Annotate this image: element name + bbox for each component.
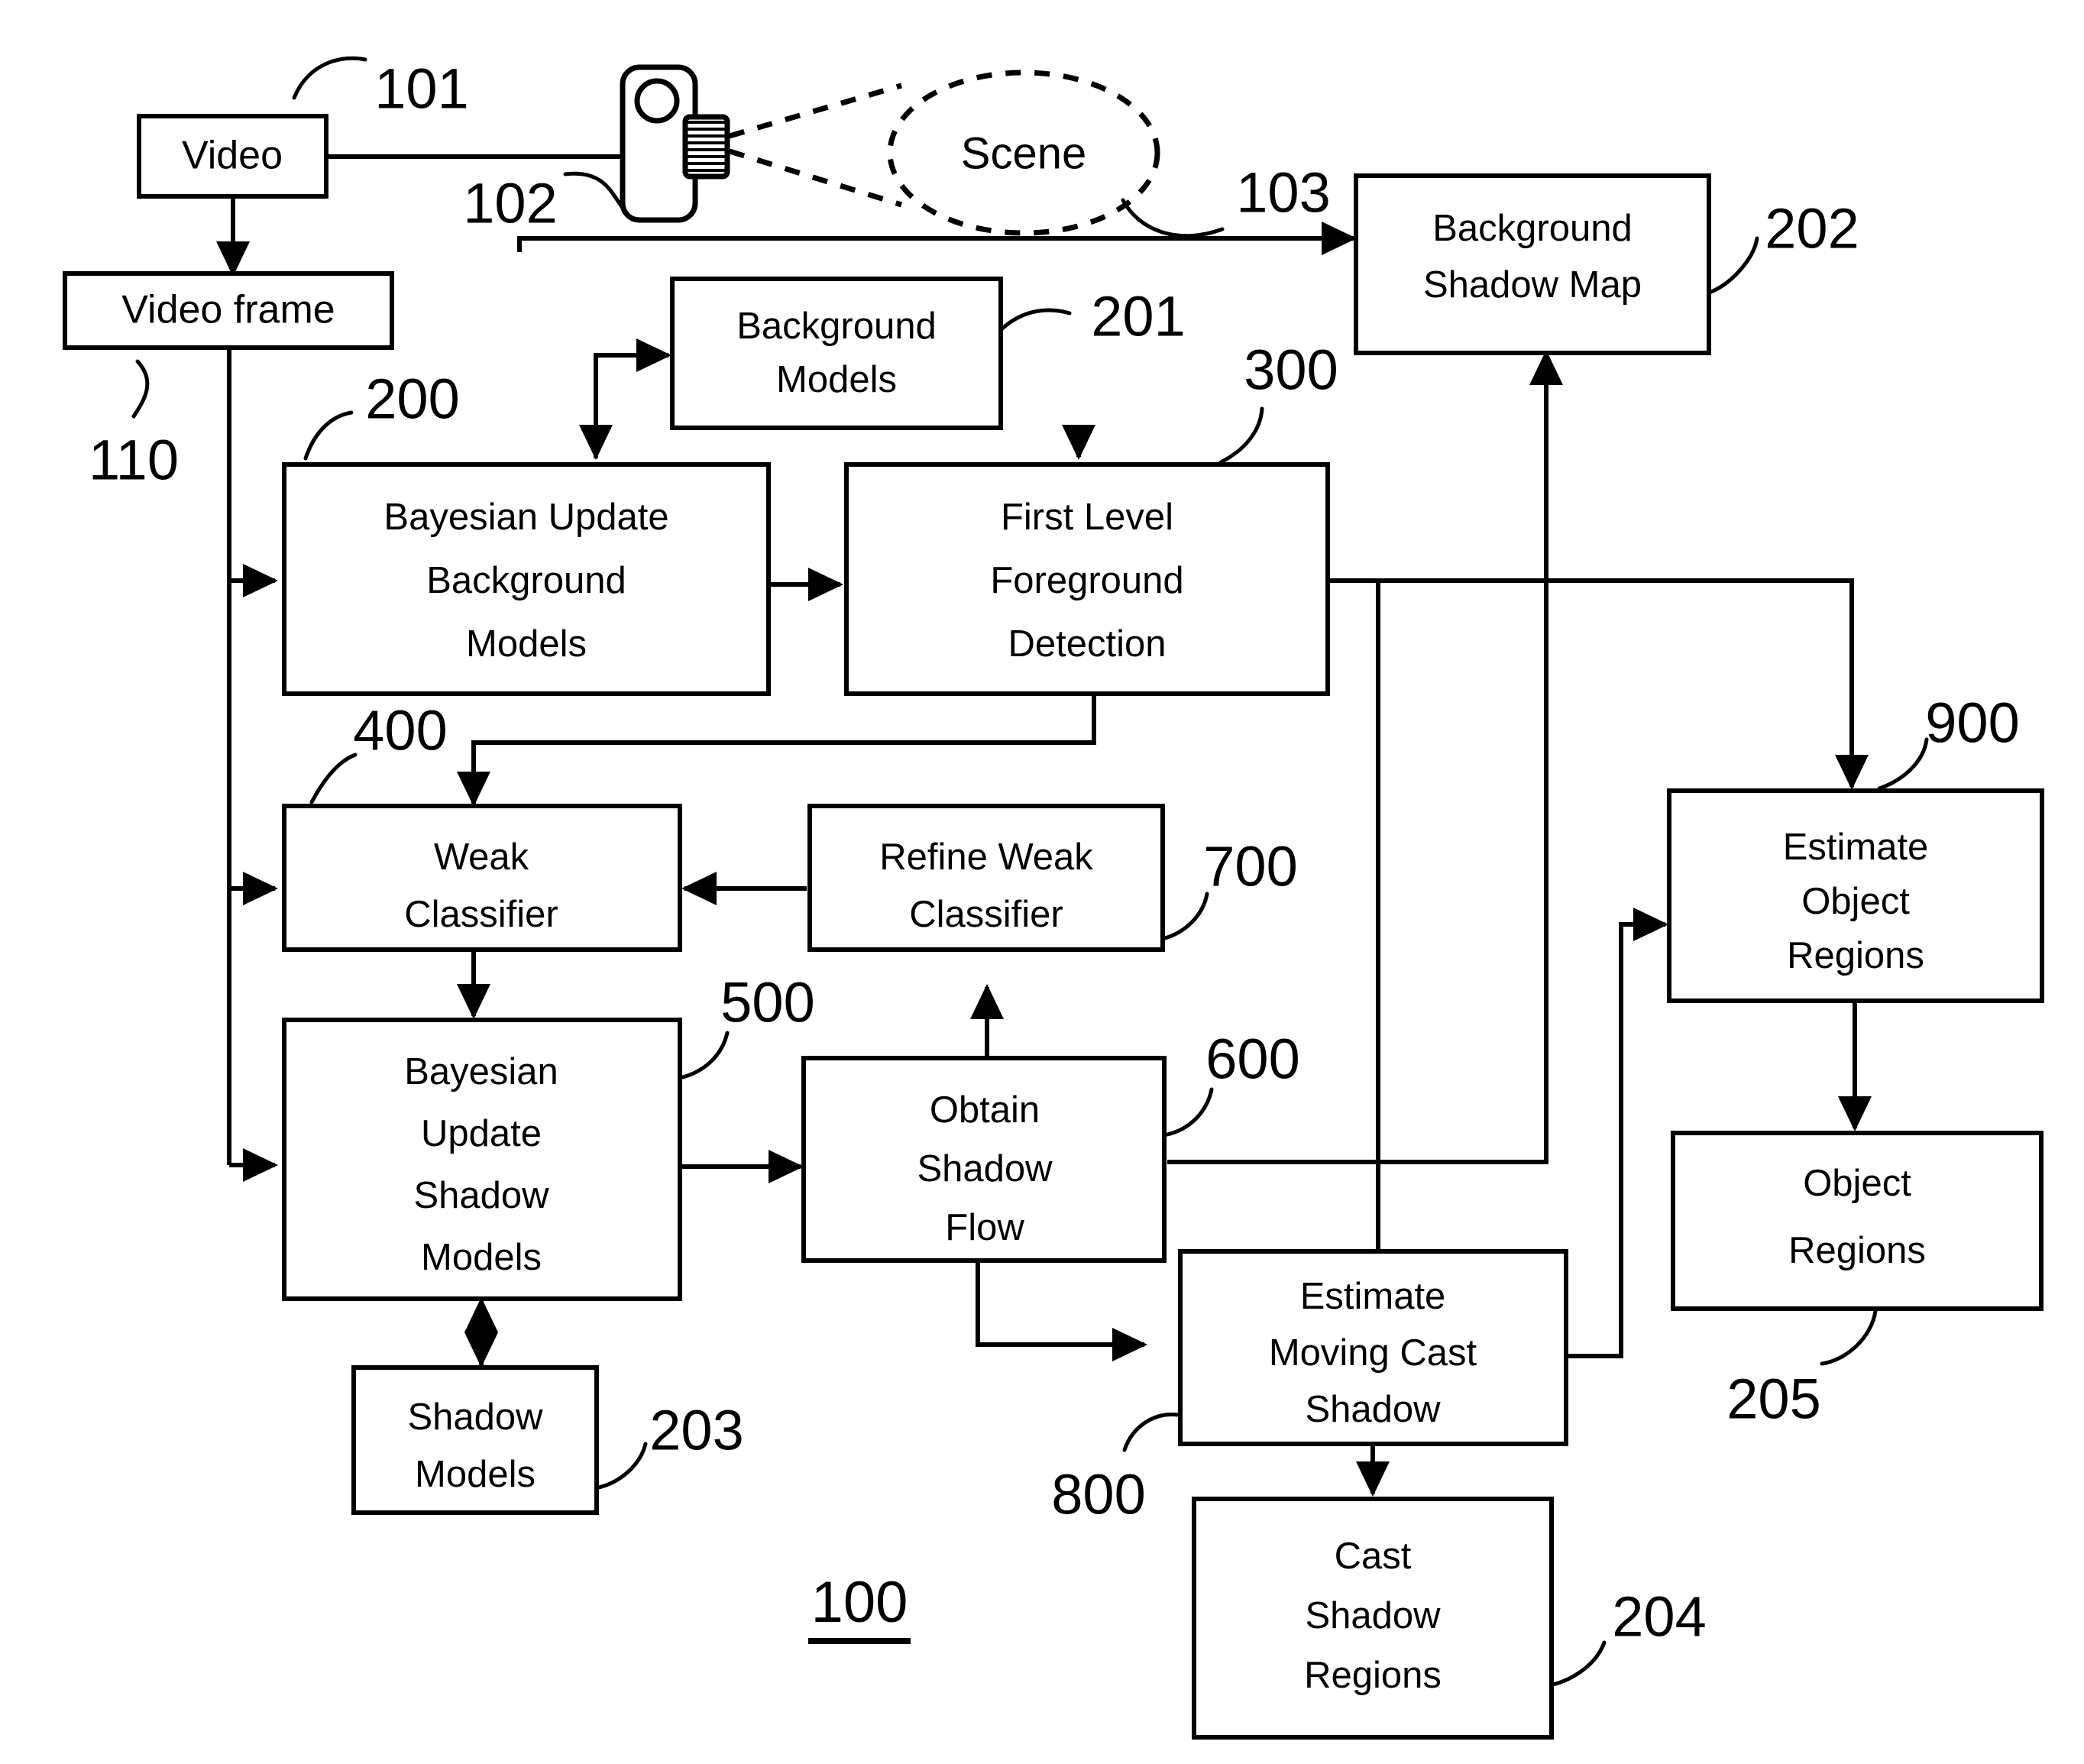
scene-ellipse-icon: Scene bbox=[887, 70, 1160, 236]
ref-num-500: 500 bbox=[720, 971, 814, 1034]
leader-800 bbox=[1122, 1413, 1180, 1452]
connector-first-level-to-weak-classifier bbox=[457, 690, 1096, 807]
ref-num-600: 600 bbox=[1205, 1028, 1299, 1091]
box-shadow-models[interactable]: Shadow Models bbox=[351, 1365, 599, 1515]
box-video-frame-label: Video frame bbox=[121, 288, 335, 332]
ref-num-201: 201 bbox=[1091, 285, 1185, 348]
box-object-regions[interactable]: Object Regions bbox=[1671, 1131, 2044, 1311]
box-estimate-object-regions[interactable]: Estimate Object Regions bbox=[1667, 788, 2044, 1003]
leader-200 bbox=[303, 410, 354, 461]
ref-num-110: 110 bbox=[89, 429, 179, 492]
leader-204 bbox=[1551, 1640, 1607, 1687]
connector-shadow-flow-to-estimate-cast-shadow bbox=[976, 1259, 1147, 1361]
box-bayes-bg-line1: Bayesian Update bbox=[383, 497, 668, 538]
box-bayes-shadow-line3: Shadow bbox=[413, 1175, 549, 1216]
box-video-label: Video bbox=[182, 134, 283, 178]
leader-700 bbox=[1163, 892, 1209, 940]
leader-103 bbox=[1121, 198, 1225, 238]
box-shadow-flow-line2: Shadow bbox=[917, 1148, 1053, 1189]
box-cast-shadow-regions-line1: Cast bbox=[1335, 1536, 1412, 1577]
box-flfd-line3: Detection bbox=[1008, 623, 1166, 665]
box-weak-classifier-line2: Classifier bbox=[404, 894, 558, 935]
box-video-frame[interactable]: Video frame bbox=[63, 271, 394, 350]
scene-label: Scene bbox=[961, 128, 1086, 178]
box-weak-classifier[interactable]: Weak Classifier bbox=[282, 804, 682, 952]
box-flfd-line2: Foreground bbox=[990, 560, 1183, 601]
ref-num-205: 205 bbox=[1726, 1368, 1820, 1431]
box-bayes-shadow-line1: Bayesian bbox=[404, 1051, 558, 1092]
box-flfd-line1: First Level bbox=[1001, 497, 1173, 538]
box-first-level-foreground-detection[interactable]: First Level Foreground Detection bbox=[844, 462, 1330, 696]
box-shadow-models-line2: Models bbox=[415, 1454, 536, 1495]
patent-flow-diagram: Video Video frame Background Models Back… bbox=[0, 0, 2084, 1764]
connector-scene-to-background-shadow-map bbox=[517, 222, 1357, 255]
box-estimate-cast-line2: Moving Cast bbox=[1269, 1332, 1477, 1374]
box-background-models-line2: Models bbox=[776, 359, 897, 400]
box-refine-weak-line2: Classifier bbox=[909, 894, 1063, 935]
camera-fov-ray-upper bbox=[729, 83, 902, 139]
box-bayesian-update-shadow-models[interactable]: Bayesian Update Shadow Models bbox=[282, 1018, 682, 1301]
ref-num-103: 103 bbox=[1236, 161, 1330, 225]
box-background-shadow-map-line1: Background bbox=[1432, 208, 1633, 249]
box-background-models-line1: Background bbox=[736, 306, 937, 347]
box-cast-shadow-regions-line3: Regions bbox=[1304, 1655, 1442, 1696]
box-refine-weak-classifier[interactable]: Refine Weak Classifier bbox=[807, 804, 1165, 952]
leader-102 bbox=[563, 171, 625, 210]
box-estimate-cast-line1: Estimate bbox=[1300, 1276, 1446, 1317]
leader-400 bbox=[309, 753, 358, 804]
ref-num-102: 102 bbox=[463, 172, 557, 235]
ref-num-204: 204 bbox=[1612, 1585, 1706, 1649]
box-shadow-models-line1: Shadow bbox=[407, 1397, 543, 1438]
camera-fov-ray-lower bbox=[728, 148, 903, 208]
leader-205 bbox=[1820, 1309, 1878, 1366]
box-background-models[interactable]: Background Models bbox=[670, 277, 1003, 430]
connector-first-level-to-right-bus bbox=[1325, 578, 1869, 790]
box-refine-weak-line1: Refine Weak bbox=[879, 837, 1093, 878]
leader-203 bbox=[597, 1442, 648, 1490]
box-cast-shadow-regions[interactable]: Cast Shadow Regions bbox=[1192, 1497, 1554, 1740]
ref-num-200: 200 bbox=[365, 367, 459, 431]
box-shadow-flow-line3: Flow bbox=[945, 1207, 1024, 1248]
ref-num-203: 203 bbox=[649, 1399, 743, 1462]
connector-bayesian-background-to-background-models bbox=[594, 338, 671, 458]
box-bayes-shadow-line2: Update bbox=[421, 1113, 542, 1154]
leader-101 bbox=[292, 56, 367, 100]
ref-num-300: 300 bbox=[1244, 338, 1338, 402]
box-shadow-flow-line1: Obtain bbox=[930, 1089, 1040, 1131]
video-camera-icon bbox=[620, 64, 730, 223]
ref-num-800: 800 bbox=[1051, 1463, 1145, 1526]
ref-num-900: 900 bbox=[1925, 691, 2019, 755]
leader-300 bbox=[1218, 406, 1264, 464]
box-video[interactable]: Video bbox=[137, 114, 328, 199]
box-background-shadow-map[interactable]: Background Shadow Map bbox=[1354, 173, 1711, 355]
box-estimate-object-line2: Object bbox=[1801, 881, 1910, 922]
box-object-regions-line2: Regions bbox=[1788, 1230, 1926, 1271]
box-bayes-shadow-line4: Models bbox=[421, 1237, 542, 1278]
leader-201 bbox=[1000, 308, 1072, 331]
box-obtain-shadow-flow[interactable]: Obtain Shadow Flow bbox=[801, 1056, 1167, 1263]
leader-202 bbox=[1709, 236, 1759, 294]
diagram-canvas: Video Video frame Background Models Back… bbox=[63, 56, 2044, 1740]
leader-110 bbox=[131, 359, 150, 419]
ref-num-400: 400 bbox=[353, 699, 447, 762]
ref-num-700: 700 bbox=[1203, 835, 1297, 898]
leader-900 bbox=[1877, 737, 1929, 791]
box-bayesian-update-background-models[interactable]: Bayesian Update Background Models bbox=[282, 462, 771, 696]
ref-num-101: 101 bbox=[374, 57, 468, 121]
box-background-shadow-map-line2: Shadow Map bbox=[1423, 264, 1642, 306]
box-bayes-bg-line3: Models bbox=[466, 623, 587, 665]
box-estimate-object-line1: Estimate bbox=[1783, 827, 1929, 868]
box-estimate-moving-cast-shadow[interactable]: Estimate Moving Cast Shadow bbox=[1178, 1249, 1568, 1446]
leader-600 bbox=[1165, 1087, 1214, 1137]
ref-num-202: 202 bbox=[1765, 197, 1859, 261]
box-estimate-object-line3: Regions bbox=[1787, 935, 1924, 976]
box-object-regions-line1: Object bbox=[1803, 1163, 1911, 1204]
box-bayes-bg-line2: Background bbox=[426, 560, 626, 601]
leader-500 bbox=[681, 1031, 730, 1079]
box-cast-shadow-regions-line2: Shadow bbox=[1305, 1595, 1441, 1636]
box-estimate-cast-line3: Shadow bbox=[1305, 1389, 1441, 1430]
figure-number-label: 100 bbox=[811, 1570, 908, 1635]
figure-number: 100 bbox=[808, 1570, 911, 1644]
box-weak-classifier-line1: Weak bbox=[434, 837, 529, 878]
